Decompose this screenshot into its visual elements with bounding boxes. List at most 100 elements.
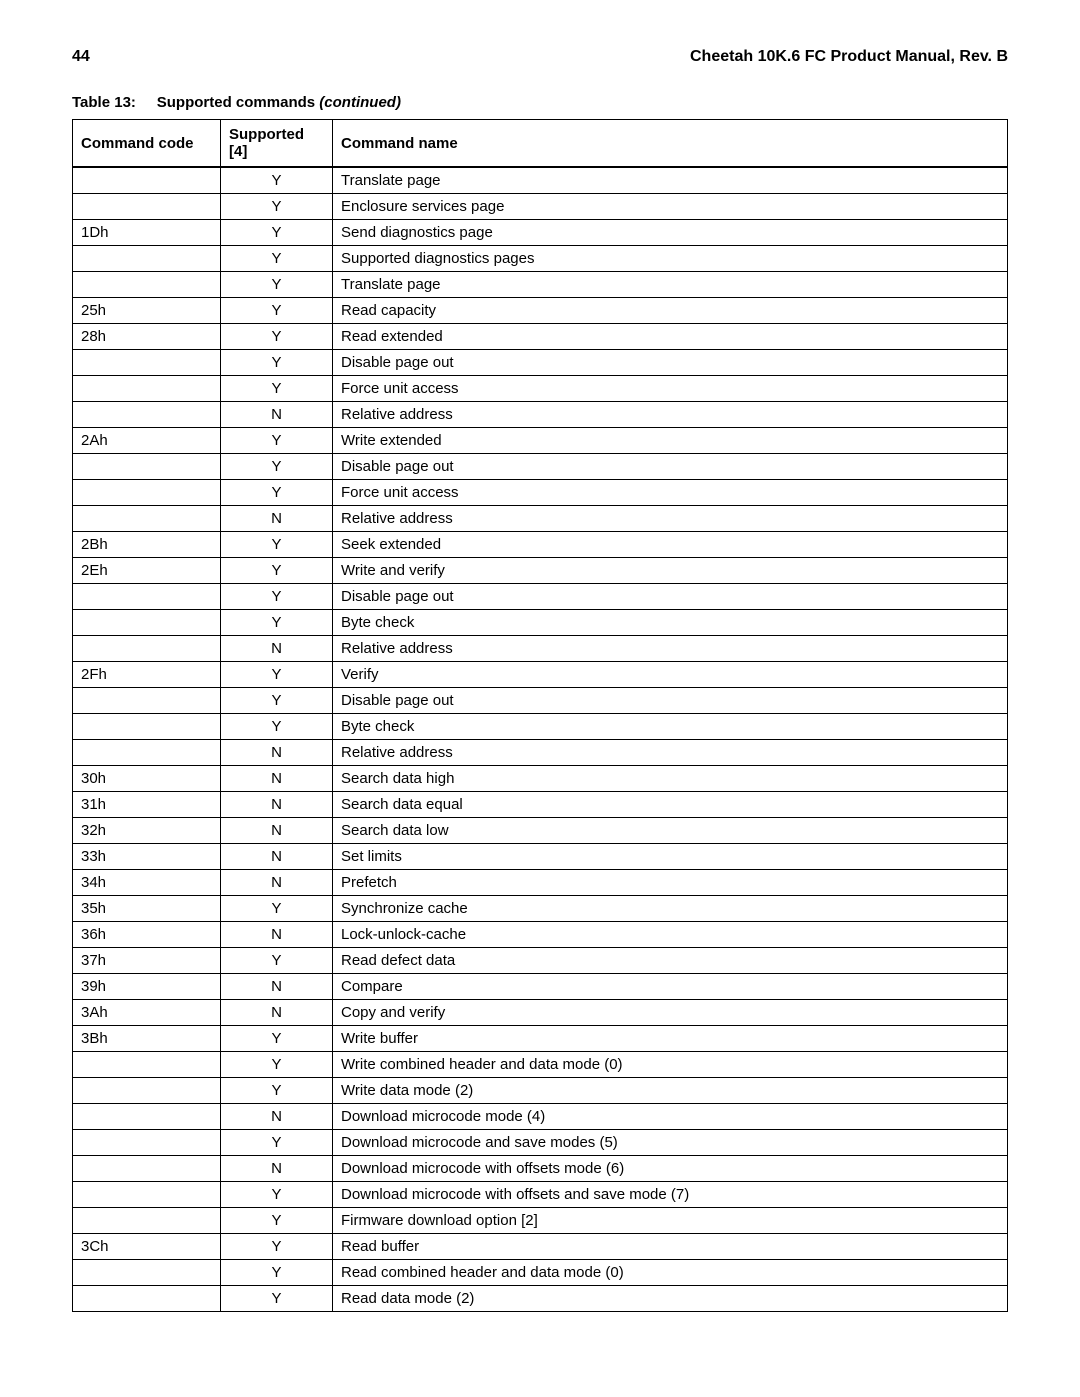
cell-command-code	[73, 688, 221, 714]
table-row: YByte check	[73, 610, 1008, 636]
cell-command-code	[73, 246, 221, 272]
cell-command-code: 31h	[73, 792, 221, 818]
table-row: 3BhYWrite buffer	[73, 1026, 1008, 1052]
cell-command-code	[73, 1208, 221, 1234]
cell-supported: Y	[221, 480, 333, 506]
cell-command-code	[73, 636, 221, 662]
cell-command-code	[73, 376, 221, 402]
cell-command-name: Download microcode with offsets and save…	[333, 1182, 1008, 1208]
table-row: 25hYRead capacity	[73, 298, 1008, 324]
cell-supported: Y	[221, 324, 333, 350]
cell-command-name: Seek extended	[333, 532, 1008, 558]
cell-supported: Y	[221, 896, 333, 922]
cell-command-name: Firmware download option [2]	[333, 1208, 1008, 1234]
cell-command-code: 2Ah	[73, 428, 221, 454]
table-row: 33hNSet limits	[73, 844, 1008, 870]
cell-command-code: 35h	[73, 896, 221, 922]
cell-supported: Y	[221, 350, 333, 376]
cell-supported: N	[221, 818, 333, 844]
cell-command-name: Read defect data	[333, 948, 1008, 974]
table-row: YSupported diagnostics pages	[73, 246, 1008, 272]
table-row: 34hNPrefetch	[73, 870, 1008, 896]
cell-supported: N	[221, 766, 333, 792]
table-row: NRelative address	[73, 636, 1008, 662]
cell-command-name: Write extended	[333, 428, 1008, 454]
commands-table: Command code Supported [4] Command name …	[72, 119, 1008, 1312]
cell-supported: N	[221, 974, 333, 1000]
cell-command-name: Byte check	[333, 610, 1008, 636]
cell-command-name: Synchronize cache	[333, 896, 1008, 922]
cell-supported: Y	[221, 220, 333, 246]
cell-command-name: Translate page	[333, 167, 1008, 194]
cell-command-name: Force unit access	[333, 480, 1008, 506]
cell-supported: N	[221, 1104, 333, 1130]
cell-command-code	[73, 1286, 221, 1312]
cell-command-name: Compare	[333, 974, 1008, 1000]
cell-supported: N	[221, 844, 333, 870]
cell-supported: Y	[221, 454, 333, 480]
page-header: 44 Cheetah 10K.6 FC Product Manual, Rev.…	[72, 48, 1008, 66]
cell-command-name: Search data high	[333, 766, 1008, 792]
cell-supported: Y	[221, 1026, 333, 1052]
cell-command-name: Download microcode mode (4)	[333, 1104, 1008, 1130]
cell-supported: N	[221, 1000, 333, 1026]
table-row: 31hNSearch data equal	[73, 792, 1008, 818]
cell-supported: Y	[221, 532, 333, 558]
table-row: YDisable page out	[73, 584, 1008, 610]
table-row: NDownload microcode with offsets mode (6…	[73, 1156, 1008, 1182]
table-label: Table 13:	[72, 94, 136, 111]
cell-command-name: Set limits	[333, 844, 1008, 870]
cell-command-code: 37h	[73, 948, 221, 974]
cell-supported: Y	[221, 714, 333, 740]
cell-supported: Y	[221, 246, 333, 272]
cell-command-code	[73, 272, 221, 298]
table-row: YFirmware download option [2]	[73, 1208, 1008, 1234]
table-row: YRead combined header and data mode (0)	[73, 1260, 1008, 1286]
doc-title: Cheetah 10K.6 FC Product Manual, Rev. B	[690, 48, 1008, 66]
table-row: NDownload microcode mode (4)	[73, 1104, 1008, 1130]
cell-command-code	[73, 1130, 221, 1156]
cell-supported: Y	[221, 1234, 333, 1260]
cell-command-code	[73, 1104, 221, 1130]
cell-command-name: Supported diagnostics pages	[333, 246, 1008, 272]
cell-command-name: Lock-unlock-cache	[333, 922, 1008, 948]
cell-supported: Y	[221, 584, 333, 610]
cell-supported: Y	[221, 298, 333, 324]
table-row: 2AhYWrite extended	[73, 428, 1008, 454]
cell-supported: Y	[221, 610, 333, 636]
table-row: YForce unit access	[73, 376, 1008, 402]
cell-command-name: Read combined header and data mode (0)	[333, 1260, 1008, 1286]
cell-command-name: Download microcode with offsets mode (6)	[333, 1156, 1008, 1182]
table-row: YDownload microcode and save modes (5)	[73, 1130, 1008, 1156]
cell-supported: N	[221, 922, 333, 948]
cell-command-code	[73, 506, 221, 532]
table-row: 1DhYSend diagnostics page	[73, 220, 1008, 246]
table-suffix: (continued)	[319, 94, 401, 111]
cell-command-name: Download microcode and save modes (5)	[333, 1130, 1008, 1156]
cell-command-code	[73, 194, 221, 220]
cell-command-code	[73, 1078, 221, 1104]
cell-command-code	[73, 1182, 221, 1208]
cell-command-name: Translate page	[333, 272, 1008, 298]
table-row: YDownload microcode with offsets and sav…	[73, 1182, 1008, 1208]
cell-command-name: Write combined header and data mode (0)	[333, 1052, 1008, 1078]
cell-command-code	[73, 480, 221, 506]
cell-command-name: Disable page out	[333, 454, 1008, 480]
table-row: 2BhYSeek extended	[73, 532, 1008, 558]
cell-command-name: Relative address	[333, 636, 1008, 662]
table-header-row: Command code Supported [4] Command name	[73, 120, 1008, 168]
cell-supported: Y	[221, 1260, 333, 1286]
table-row: NRelative address	[73, 402, 1008, 428]
table-row: YDisable page out	[73, 688, 1008, 714]
cell-supported: Y	[221, 428, 333, 454]
cell-supported: Y	[221, 558, 333, 584]
table-row: 32hNSearch data low	[73, 818, 1008, 844]
cell-command-name: Disable page out	[333, 688, 1008, 714]
cell-supported: N	[221, 636, 333, 662]
cell-command-name: Byte check	[333, 714, 1008, 740]
col-header-supported: Supported [4]	[221, 120, 333, 168]
table-row: 3ChYRead buffer	[73, 1234, 1008, 1260]
table-caption: Table 13: Supported commands (continued)	[72, 94, 1008, 111]
table-row: 2FhYVerify	[73, 662, 1008, 688]
cell-command-name: Relative address	[333, 740, 1008, 766]
